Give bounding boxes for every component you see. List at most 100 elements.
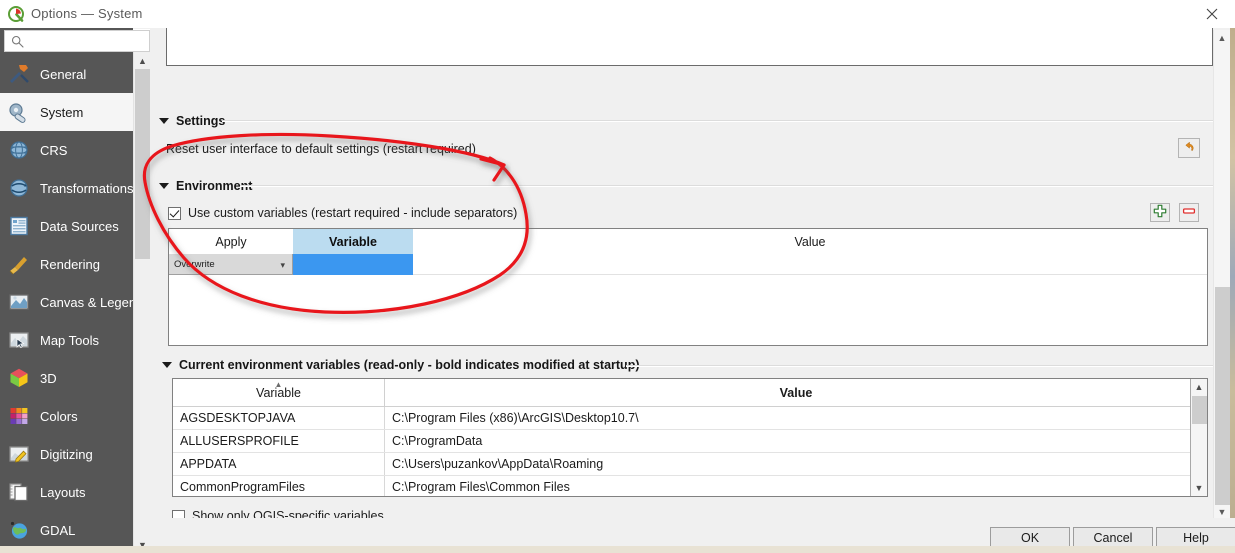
sidebar-item-crs[interactable]: CRS bbox=[0, 131, 133, 169]
sidebar-item-label: Digitizing bbox=[40, 447, 93, 462]
search-input[interactable] bbox=[29, 33, 144, 49]
remove-variable-button[interactable] bbox=[1179, 203, 1199, 222]
content-scrollbar-thumb[interactable] bbox=[1215, 287, 1230, 505]
use-custom-variables-checkbox[interactable]: Use custom variables (restart required -… bbox=[168, 206, 517, 220]
sidebar-item-system[interactable]: System bbox=[0, 93, 133, 131]
sidebar-item-transformations[interactable]: Transformations bbox=[0, 169, 133, 207]
current-env-section-header[interactable]: Current environment variables (read-only… bbox=[162, 358, 640, 372]
triangle-down-icon bbox=[159, 183, 169, 189]
sidebar-item-label: Canvas & Legend bbox=[40, 295, 133, 310]
sidebar-item-label: Data Sources bbox=[40, 219, 119, 234]
column-header-variable[interactable]: Variable bbox=[293, 229, 413, 254]
env-variable-value: C:\Program Files\Common Files bbox=[385, 476, 1207, 497]
current-env-table-scrollbar[interactable]: ▲ ▼ bbox=[1190, 379, 1207, 496]
sidebar-item-label: Transformations bbox=[40, 181, 133, 196]
checkbox-checked-icon[interactable] bbox=[168, 207, 181, 220]
current-env-scrollbar-thumb[interactable] bbox=[1192, 396, 1207, 424]
sidebar-item-canvas-legend[interactable]: Canvas & Legend bbox=[0, 283, 133, 321]
variable-cell-selected[interactable] bbox=[293, 254, 413, 275]
column-header-apply[interactable]: Apply bbox=[169, 229, 293, 254]
add-variable-button[interactable] bbox=[1150, 203, 1170, 222]
globe-earth-icon bbox=[6, 517, 32, 543]
map-canvas-icon bbox=[6, 289, 32, 315]
chevron-up-icon[interactable]: ▲ bbox=[1191, 379, 1207, 395]
paintbrush-icon bbox=[6, 251, 32, 277]
sidebar-item-label: CRS bbox=[40, 143, 67, 158]
window-titlebar: Options — System bbox=[0, 0, 1235, 29]
current-env-table[interactable]: ▲ Variable Value AGSDESKTOPJAVAC:\Progra… bbox=[172, 378, 1208, 497]
current-env-section-title: Current environment variables (read-only… bbox=[179, 358, 640, 372]
sidebar-item-rendering[interactable]: Rendering bbox=[0, 245, 133, 283]
column-header-value[interactable]: Value bbox=[385, 379, 1207, 406]
content-scrollbar[interactable]: ▲ ▼ bbox=[1213, 30, 1230, 520]
chevron-up-icon[interactable]: ▲ bbox=[1214, 30, 1230, 46]
sidebar-item-3d[interactable]: 3D bbox=[0, 359, 133, 397]
taskbar-sliver bbox=[0, 546, 1235, 553]
sidebar-item-map-tools[interactable]: Map Tools bbox=[0, 321, 133, 359]
sidebar-item-colors[interactable]: Colors bbox=[0, 397, 133, 435]
layouts-page-icon bbox=[6, 479, 32, 505]
sidebar-item-label: Map Tools bbox=[40, 333, 99, 348]
search-box[interactable] bbox=[4, 30, 150, 52]
triangle-down-icon bbox=[159, 118, 169, 124]
minus-icon bbox=[1182, 204, 1196, 221]
column-header-value[interactable]: Value bbox=[413, 229, 1207, 254]
settings-section-title: Settings bbox=[176, 114, 225, 128]
env-variable-name: ALLUSERSPROFILE bbox=[173, 430, 385, 452]
table-row[interactable]: AGSDESKTOPJAVAC:\Program Files (x86)\Arc… bbox=[173, 407, 1207, 430]
sidebar-item-general[interactable]: General bbox=[0, 55, 133, 93]
current-env-table-body: AGSDESKTOPJAVAC:\Program Files (x86)\Arc… bbox=[173, 407, 1207, 497]
custom-variables-table-header: Apply Variable Value bbox=[169, 229, 1207, 254]
globe-grid-icon bbox=[6, 137, 32, 163]
desktop-wallpaper-sliver bbox=[1230, 28, 1235, 546]
env-variable-value: C:\ProgramData bbox=[385, 430, 1207, 452]
env-variable-name: CommonProgramFiles bbox=[173, 476, 385, 497]
table-row[interactable]: APPDATAC:\Users\puzankov\AppData\Roaming bbox=[173, 453, 1207, 476]
chevron-down-icon[interactable]: ▼ bbox=[1191, 480, 1207, 496]
custom-variables-table[interactable]: Apply Variable Value Overwrite ▾ bbox=[168, 228, 1208, 346]
hammer-wrench-icon bbox=[6, 61, 32, 87]
reset-ui-label: Reset user interface to default settings… bbox=[166, 142, 476, 156]
sidebar-item-digitizing[interactable]: Digitizing bbox=[0, 435, 133, 473]
triangle-down-icon bbox=[162, 362, 172, 368]
sidebar-scrollbar-thumb[interactable] bbox=[135, 69, 150, 259]
upper-empty-textbox[interactable] bbox=[166, 28, 1213, 66]
sidebar-item-gdal[interactable]: GDAL bbox=[0, 511, 133, 549]
table-row[interactable]: ALLUSERSPROFILEC:\ProgramData bbox=[173, 430, 1207, 453]
sidebar-scrollbar[interactable]: ▲ ▼ bbox=[133, 52, 150, 553]
sidebar-item-label: General bbox=[40, 67, 86, 82]
apply-dropdown-value: Overwrite bbox=[174, 259, 215, 270]
table-row[interactable]: CommonProgramFilesC:\Program Files\Commo… bbox=[173, 476, 1207, 497]
search-icon bbox=[11, 35, 24, 48]
environment-section-rule bbox=[240, 185, 1222, 187]
column-header-variable[interactable]: ▲ Variable bbox=[173, 379, 385, 406]
color-swatch-icon bbox=[6, 403, 32, 429]
settings-section-header[interactable]: Settings bbox=[159, 114, 225, 128]
window-title: Options — System bbox=[31, 6, 143, 21]
environment-section-header[interactable]: Environment bbox=[159, 179, 252, 193]
current-env-section-rule bbox=[626, 365, 1222, 367]
cube-3d-icon bbox=[6, 365, 32, 391]
sidebar-item-label: Colors bbox=[40, 409, 78, 424]
sidebar-item-label: Rendering bbox=[40, 257, 100, 272]
value-cell[interactable] bbox=[413, 254, 1207, 274]
close-icon[interactable] bbox=[1189, 0, 1235, 28]
apply-dropdown[interactable]: Overwrite ▾ bbox=[169, 254, 293, 275]
sidebar-item-label: 3D bbox=[40, 371, 57, 386]
sidebar-item-label: Layouts bbox=[40, 485, 86, 500]
sidebar-item-list[interactable]: General System CRS Transformations Data Sour… bbox=[0, 55, 133, 553]
options-content-pane: Settings Reset user interface to default… bbox=[150, 28, 1235, 518]
globe-arrows-icon bbox=[6, 175, 32, 201]
env-variable-value: C:\Users\puzankov\AppData\Roaming bbox=[385, 453, 1207, 475]
chevron-up-icon[interactable]: ▲ bbox=[134, 52, 151, 69]
table-row[interactable]: Overwrite ▾ bbox=[169, 254, 1207, 275]
sidebar-item-layouts[interactable]: Layouts bbox=[0, 473, 133, 511]
chevron-down-icon[interactable]: ▾ bbox=[280, 260, 285, 271]
plus-icon bbox=[1153, 204, 1167, 221]
current-env-table-header: ▲ Variable Value bbox=[173, 379, 1207, 407]
sidebar-item-data-sources[interactable]: Data Sources bbox=[0, 207, 133, 245]
env-variable-value: C:\Program Files (x86)\ArcGIS\Desktop10.… bbox=[385, 407, 1207, 429]
reset-ui-button[interactable] bbox=[1178, 138, 1200, 158]
env-variable-name: APPDATA bbox=[173, 453, 385, 475]
undo-arrow-icon bbox=[1182, 140, 1196, 157]
